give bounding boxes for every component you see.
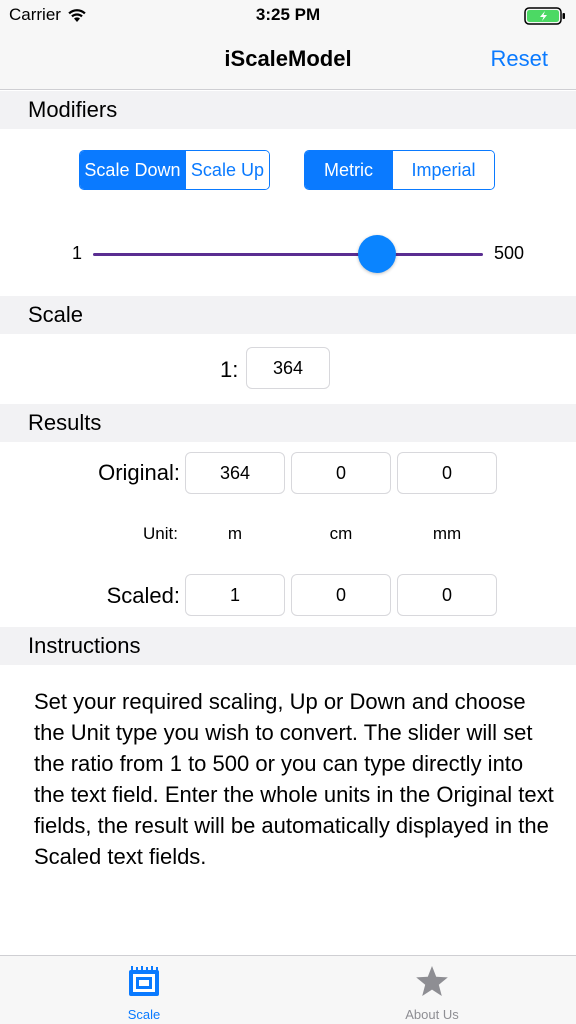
scaled-cm-input[interactable]: 0 bbox=[291, 574, 391, 616]
segment-metric[interactable]: Metric bbox=[305, 151, 393, 189]
original-mm-input[interactable]: 0 bbox=[397, 452, 497, 494]
tab-scale-label: Scale bbox=[127, 1007, 161, 1022]
slider-max-label: 500 bbox=[494, 243, 525, 263]
segment-imperial[interactable]: Imperial bbox=[392, 151, 494, 189]
instructions-text: Set your required scaling, Up or Down an… bbox=[34, 689, 554, 869]
unit-system-segmented-control: Metric Imperial bbox=[304, 150, 495, 190]
original-m-input[interactable]: 364 bbox=[185, 452, 285, 494]
unit-cm-label: cm bbox=[329, 524, 353, 543]
scale-slider-track[interactable] bbox=[93, 253, 483, 256]
unit-m-label: m bbox=[227, 524, 243, 543]
star-icon bbox=[416, 966, 448, 996]
tab-about-us[interactable]: About Us bbox=[288, 956, 576, 1024]
scale-ratio-prefix: 1: bbox=[220, 357, 239, 382]
navigation-bar: iScaleModel Reset bbox=[0, 30, 576, 90]
reset-button[interactable]: Reset bbox=[491, 46, 548, 72]
scale-ruler-icon bbox=[129, 966, 159, 996]
scaled-m-input[interactable]: 1 bbox=[185, 574, 285, 616]
clock: 3:25 PM bbox=[255, 5, 321, 24]
unit-mm-label: mm bbox=[432, 524, 462, 543]
original-label: Original: bbox=[98, 460, 180, 485]
unit-label: Unit: bbox=[143, 524, 178, 543]
battery-icon bbox=[524, 7, 565, 25]
tab-bar: Scale About Us bbox=[0, 955, 576, 1024]
slider-min-label: 1 bbox=[72, 243, 83, 263]
segment-scale-down[interactable]: Scale Down bbox=[80, 151, 185, 189]
original-cm-input[interactable]: 0 bbox=[291, 452, 391, 494]
section-header-results: Results bbox=[0, 404, 576, 442]
section-header-instructions: Instructions bbox=[0, 627, 576, 665]
scaled-mm-input[interactable]: 0 bbox=[397, 574, 497, 616]
segment-scale-up[interactable]: Scale Up bbox=[184, 151, 269, 189]
section-header-modifiers: Modifiers bbox=[0, 91, 576, 129]
scaled-label: Scaled: bbox=[106, 583, 180, 608]
status-bar: Carrier 3:25 PM bbox=[0, 0, 576, 30]
scale-ratio-input[interactable]: 364 bbox=[246, 347, 330, 389]
section-header-scale: Scale bbox=[0, 296, 576, 334]
scale-slider-thumb[interactable] bbox=[357, 235, 396, 273]
scale-direction-segmented-control: Scale Down Scale Up bbox=[79, 150, 270, 190]
tab-about-us-label: About Us bbox=[405, 1007, 459, 1022]
tab-scale[interactable]: Scale bbox=[0, 956, 288, 1024]
